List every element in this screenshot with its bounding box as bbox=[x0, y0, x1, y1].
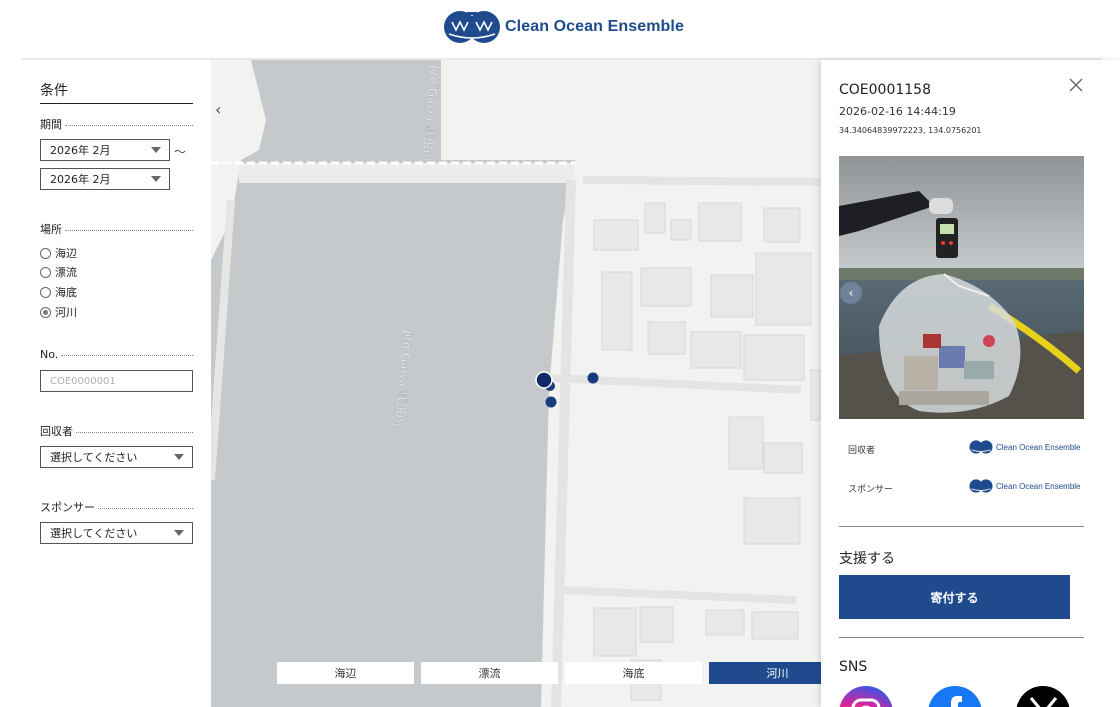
tab-river[interactable]: 河川 bbox=[709, 662, 821, 684]
location-label: 場所 bbox=[40, 221, 193, 237]
brand-logo[interactable]: Clean Ocean Ensemble bbox=[443, 10, 684, 44]
sns-heading: SNS bbox=[839, 659, 868, 675]
chevron-down-icon bbox=[151, 147, 161, 153]
period-from-select[interactable]: 2026年 2月 bbox=[40, 139, 170, 161]
donate-button[interactable]: 寄付する bbox=[839, 575, 1070, 619]
photo-trash-bag bbox=[839, 156, 1084, 419]
record-id: COE0001158 bbox=[839, 82, 931, 98]
sponsor-row-label: スポンサー bbox=[848, 485, 894, 495]
record-photo bbox=[839, 156, 1084, 419]
tab-seabed[interactable]: 海底 bbox=[565, 662, 702, 684]
sponsor-logo[interactable]: Clean Ocean Ensemble bbox=[968, 479, 1081, 493]
collector-label: 回収者 bbox=[40, 423, 193, 439]
section-divider bbox=[839, 526, 1084, 527]
radio-seaside[interactable]: 海辺 bbox=[40, 245, 77, 261]
detail-panel: COE0001158 2026-02-16 14:44:19 34.340648… bbox=[821, 60, 1120, 707]
map-category-tabs: 海辺 漂流 海底 河川 bbox=[277, 662, 821, 684]
facebook-icon[interactable] bbox=[928, 686, 982, 707]
site-header: Clean Ocean Ensemble bbox=[0, 0, 1120, 58]
period-label: 期間 bbox=[40, 116, 193, 132]
sponsor-label: スポンサー bbox=[40, 499, 193, 515]
x-icon[interactable] bbox=[1016, 686, 1070, 707]
logo-icon bbox=[969, 479, 993, 493]
section-divider bbox=[839, 637, 1084, 638]
tab-drift[interactable]: 漂流 bbox=[421, 662, 558, 684]
tab-seaside[interactable]: 海辺 bbox=[277, 662, 414, 684]
filter-title: 条件 bbox=[40, 80, 193, 104]
close-icon[interactable] bbox=[1068, 77, 1084, 93]
map-view[interactable]: Jito Gawa 銭田川 Jito Gawa 銭田川 ‹ 海辺 漂流 海底 河… bbox=[211, 60, 821, 707]
number-input[interactable]: COE0000001 bbox=[40, 370, 193, 392]
map-marker-selected[interactable] bbox=[535, 371, 553, 389]
radio-river[interactable]: 河川 bbox=[40, 304, 77, 320]
collector-select[interactable]: 選択してください bbox=[40, 446, 193, 468]
chevron-down-icon bbox=[151, 176, 161, 182]
map-marker[interactable] bbox=[545, 396, 557, 408]
photo-prev-button[interactable]: ‹ bbox=[840, 282, 862, 304]
period-to-select[interactable]: 2026年 2月 bbox=[40, 168, 170, 190]
radio-button[interactable] bbox=[40, 266, 51, 278]
logo-icon bbox=[444, 11, 500, 43]
number-label: No. bbox=[40, 348, 193, 361]
collector-logo[interactable]: Clean Ocean Ensemble bbox=[968, 440, 1081, 454]
map-marker[interactable] bbox=[587, 372, 599, 384]
radio-button[interactable] bbox=[40, 247, 51, 259]
filter-sidebar: 条件 期間 2026年 2月 ～ 2026年 2月 場所 海辺 漂流 海底 河川… bbox=[22, 60, 211, 707]
radio-button[interactable] bbox=[40, 286, 51, 298]
radio-drift[interactable]: 漂流 bbox=[40, 264, 77, 280]
chevron-down-icon bbox=[174, 454, 184, 460]
record-datetime: 2026-02-16 14:44:19 bbox=[839, 105, 956, 118]
period-separator: ～ bbox=[174, 145, 187, 159]
instagram-icon[interactable] bbox=[839, 686, 893, 707]
map-canvas[interactable]: Jito Gawa 銭田川 Jito Gawa 銭田川 bbox=[211, 60, 821, 707]
radio-button-selected[interactable] bbox=[40, 306, 51, 318]
support-heading: 支援する bbox=[839, 551, 895, 567]
brand-name: Clean Ocean Ensemble bbox=[505, 18, 684, 35]
collapse-sidebar-icon[interactable]: ‹ bbox=[215, 100, 221, 119]
record-coordinates: 34.34064839972223, 134.0756201 bbox=[839, 126, 982, 135]
radio-seabed[interactable]: 海底 bbox=[40, 284, 77, 300]
sponsor-select[interactable]: 選択してください bbox=[40, 522, 193, 544]
collector-row-label: 回収者 bbox=[848, 446, 876, 456]
logo-icon bbox=[969, 440, 993, 454]
chevron-down-icon bbox=[174, 530, 184, 536]
